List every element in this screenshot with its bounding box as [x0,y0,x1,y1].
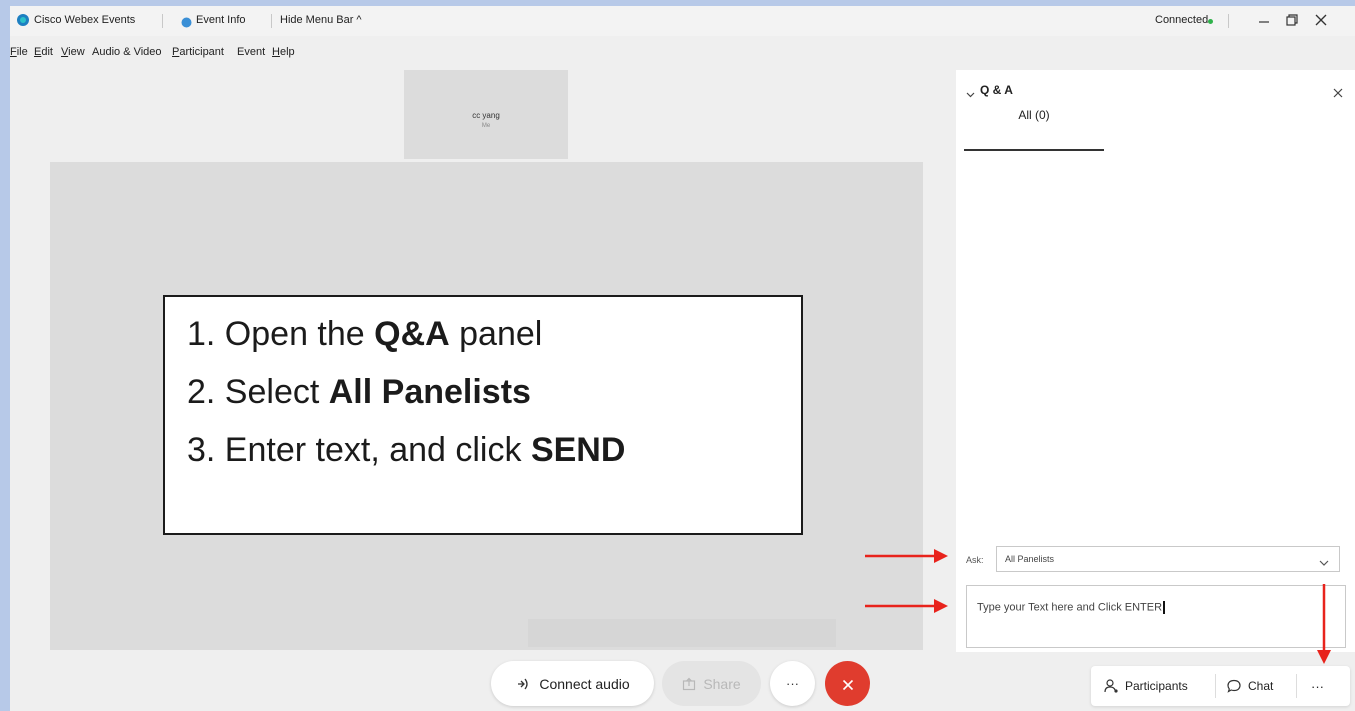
restore-icon[interactable] [1285,13,1299,27]
qa-panel-title: Q & A [980,83,1013,97]
instruction-step-2: 2. Select All Panelists [187,373,531,411]
more-panels-button[interactable]: ··· [1311,666,1324,706]
menu-edit[interactable]: Edit [34,46,53,58]
main-stage: 1. Open the Q&A panel 2. Select All Pane… [50,162,923,650]
self-video-tile[interactable]: cc yang Me [404,70,568,159]
close-icon [842,678,854,690]
panel-button-bar: Participants Chat ··· [1091,666,1350,706]
title-bar: Cisco Webex Events Event Info Hide Menu … [10,6,1355,36]
instruction-step-1: 1. Open the Q&A panel [187,315,543,353]
ask-recipient-select[interactable]: All Panelists [996,546,1340,572]
hide-menu-bar-button[interactable]: Hide Menu Bar ^ [280,14,362,26]
ask-label: Ask: [966,555,984,565]
participants-button[interactable]: Participants [1103,666,1188,706]
close-panel-icon[interactable] [1333,85,1343,98]
instruction-step-3: 3. Enter text, and click SEND [187,431,626,469]
event-info-icon [181,15,192,28]
divider [1296,674,1297,698]
question-input-text: Type your Text here and Click ENTER [977,601,1166,614]
chevron-down-icon [1319,555,1329,566]
divider [271,14,272,28]
participant-sub-label: Me [481,123,491,129]
menu-view[interactable]: View [61,46,85,58]
leave-event-button[interactable] [825,661,870,706]
instructions-box: 1. Open the Q&A panel 2. Select All Pane… [163,295,803,535]
question-input[interactable]: Type your Text here and Click ENTER [966,585,1346,648]
menu-audio-video[interactable]: Audio & Video [92,46,162,58]
participants-icon [1103,678,1119,694]
minimize-icon[interactable] [1258,14,1270,28]
webex-logo-icon [16,13,30,27]
text-cursor [1163,601,1166,614]
divider [162,14,163,28]
divider [1228,14,1229,28]
ask-selected-value: All Panelists [1005,554,1055,564]
close-window-icon[interactable] [1314,13,1328,27]
chat-label: Chat [1248,679,1274,693]
chat-button[interactable]: Chat [1226,666,1273,706]
menu-participant[interactable]: Participant [172,46,224,58]
qa-panel: Q & A All (0) Ask: All Panelists Type yo… [956,70,1355,652]
connect-audio-button[interactable]: Connect audio [491,661,654,706]
connection-status: Connected [1155,14,1209,26]
app-title: Cisco Webex Events [34,14,136,26]
more-options-button[interactable]: ··· [770,661,815,706]
webex-window: Cisco Webex Events Event Info Hide Menu … [10,6,1355,711]
participant-name: cc yang [472,111,500,120]
divider [1215,674,1216,698]
share-button[interactable]: Share [662,661,761,706]
event-info-button[interactable]: Event Info [196,14,246,26]
participants-label: Participants [1125,679,1188,693]
tab-active-indicator [964,149,1104,151]
menu-event[interactable]: Event [237,46,265,58]
share-icon [682,677,696,691]
connect-audio-label: Connect audio [539,675,630,692]
collapse-chevron-icon[interactable] [966,86,975,98]
stage-strip [528,619,836,647]
menu-help[interactable]: Help [272,46,295,58]
menu-file[interactable]: File [10,46,28,58]
chat-bubble-icon [1226,678,1242,694]
share-label: Share [703,675,741,692]
audio-connect-icon [515,676,531,692]
tab-all[interactable]: All (0) [964,108,1104,122]
connected-dot-icon [1208,19,1213,24]
